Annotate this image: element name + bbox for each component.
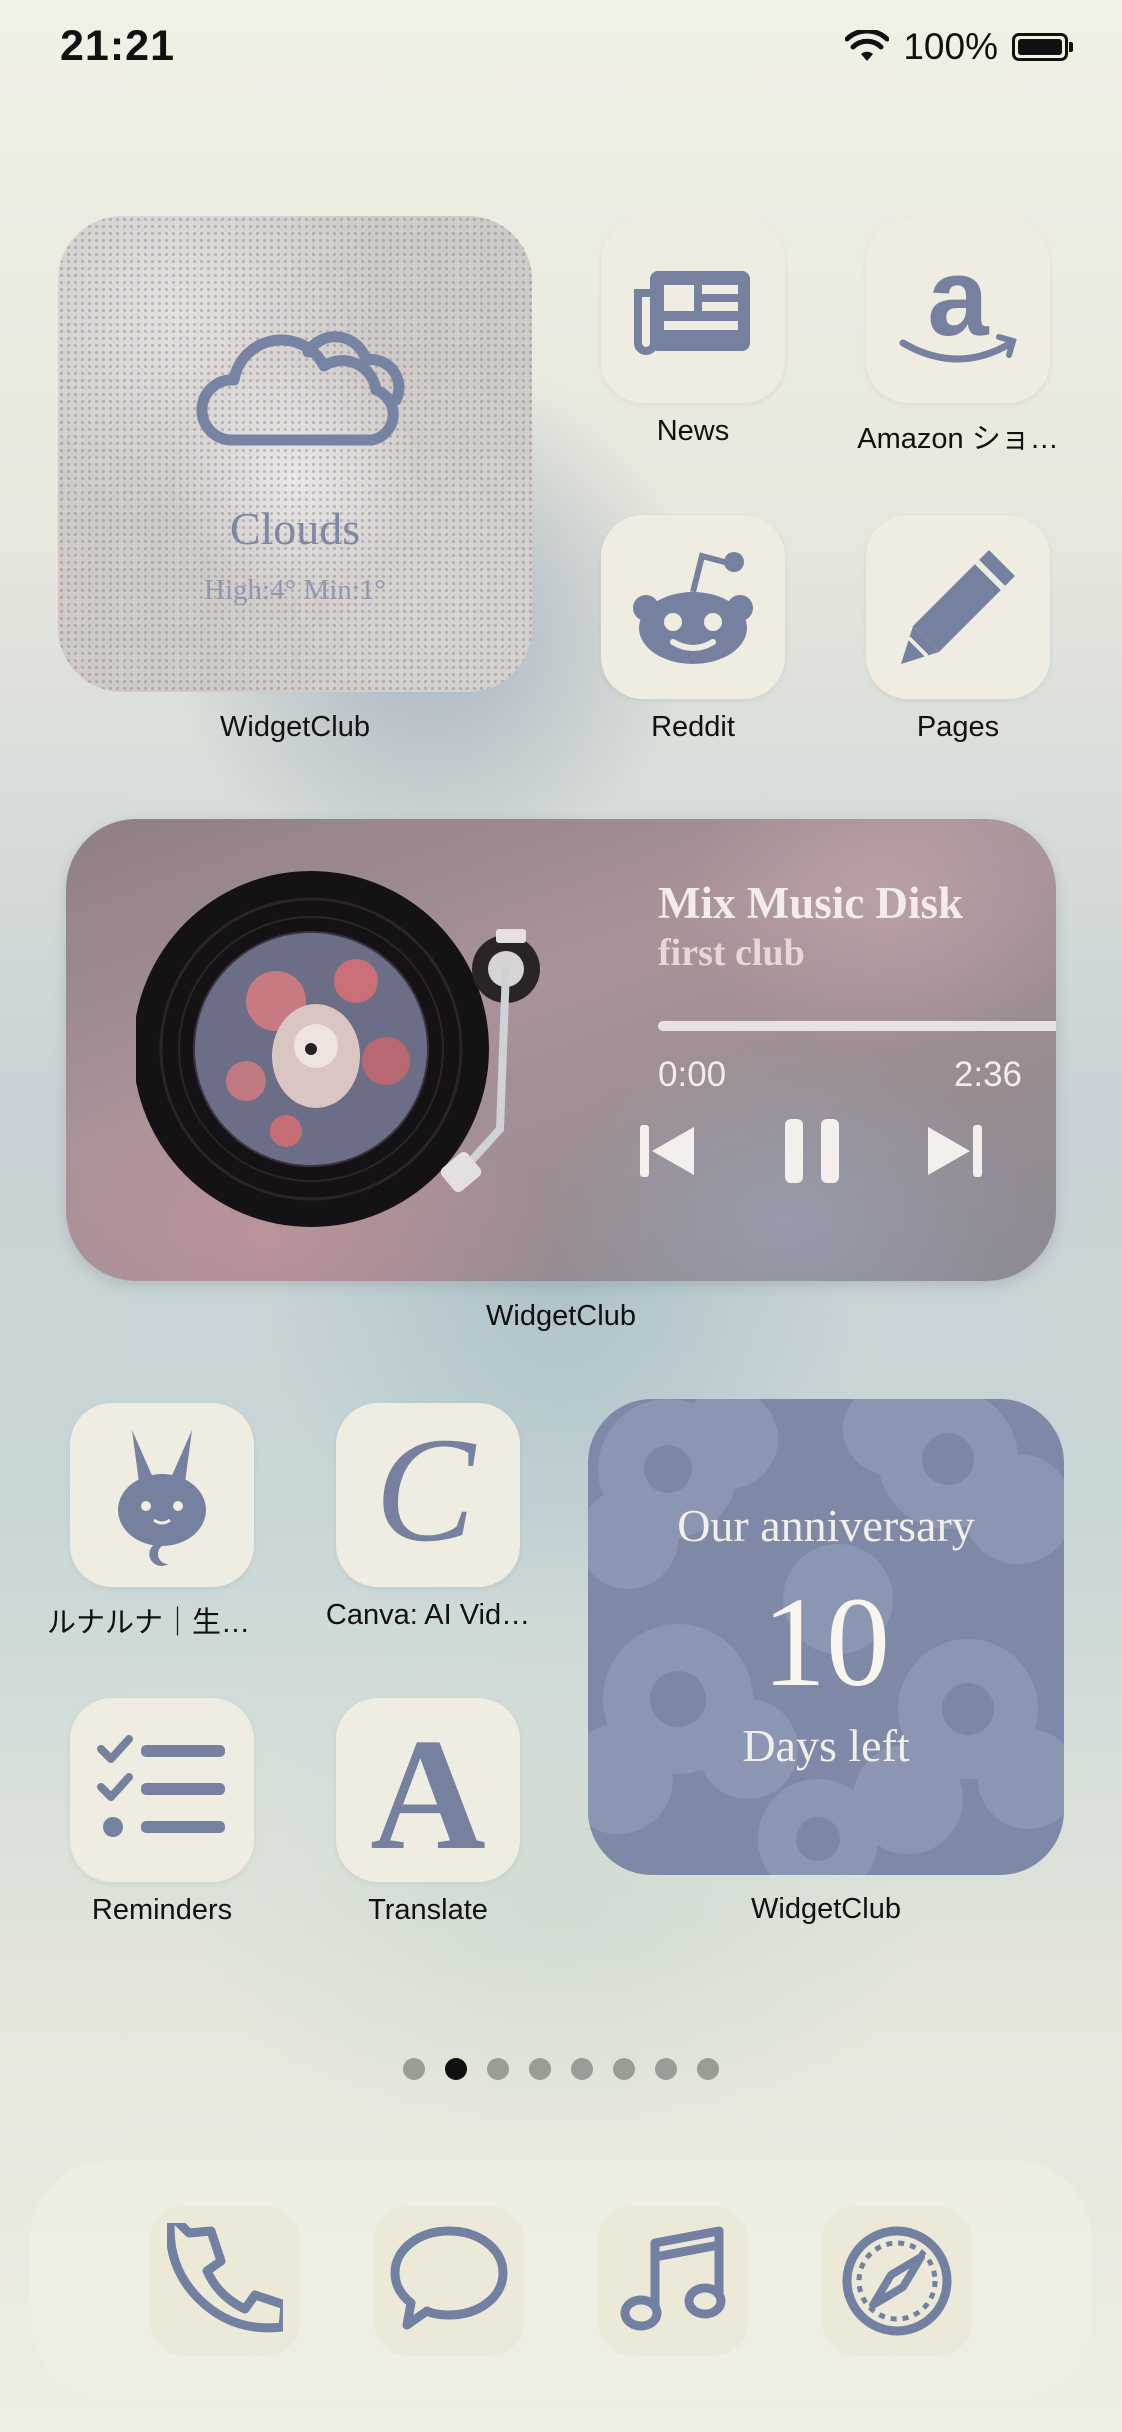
app-news[interactable]: News [578,219,808,448]
weather-condition: Clouds [229,503,361,554]
total-time: 2:36 [953,1055,1022,1094]
canva-label: Canva: AI Vid… [325,1599,531,1631]
weather-widget[interactable]: Clouds High:4° Min:1° [58,216,532,692]
status-time: 21:21 [60,22,175,70]
app-translate[interactable]: A Translate [313,1698,543,1927]
status-indicators: 100% [845,26,1073,68]
app-pages[interactable]: Pages [843,515,1073,744]
app-lunaluna[interactable]: ルナルナ｜生理… [47,1403,277,1641]
amazon-label: Amazon ショ… [857,423,1059,455]
page-dot[interactable] [571,2058,593,2080]
page-dot[interactable] [697,2058,719,2080]
canva-icon: C [375,1430,477,1560]
reddit-app-icon[interactable] [601,515,785,699]
anniversary-days-count: 10 [762,1571,890,1713]
tonearm-icon [440,929,540,1192]
page-dot[interactable] [445,2058,467,2080]
weather-widget-label: WidgetClub [220,711,370,743]
dock-messages[interactable] [374,2206,524,2356]
page-dot[interactable] [655,2058,677,2080]
anniversary-title: Our anniversary [677,1500,975,1551]
amazon-app-icon[interactable]: a [866,219,1050,403]
message-icon [390,2226,508,2330]
page-dot[interactable] [613,2058,635,2080]
pencil-icon [901,550,1015,664]
next-track-icon[interactable] [922,1119,988,1183]
playback-progress-bar[interactable] [658,1021,1056,1031]
reminders-app-icon[interactable] [70,1698,254,1882]
page-indicator[interactable] [0,2058,1122,2080]
app-reddit[interactable]: Reddit [578,515,808,744]
checklist-icon [97,1735,225,1837]
phone-icon [167,2223,283,2333]
rabbit-icon [118,1430,206,1566]
pause-icon[interactable] [779,1115,845,1187]
news-app-icon[interactable] [601,219,785,403]
pages-app-icon[interactable] [866,515,1050,699]
music-widget[interactable]: Mix Music Disk first club 0:00 2:36 [66,819,1056,1281]
battery-icon [1012,33,1073,61]
letter-a-icon: A [370,1720,486,1860]
app-amazon[interactable]: a Amazon ショ… [843,219,1073,457]
app-reminders[interactable]: Reminders [47,1698,277,1927]
anniversary-widget[interactable]: Our anniversary 10 Days left [588,1399,1064,1875]
song-artist: first club [658,932,805,974]
dock-safari[interactable] [822,2206,972,2356]
battery-level [1018,39,1062,55]
dock-phone[interactable] [150,2206,300,2356]
anniversary-days-left: Days left [742,1720,910,1771]
translate-app-icon[interactable]: A [336,1698,520,1882]
compass-icon [842,2226,952,2336]
reminders-label: Reminders [91,1894,233,1926]
page-dot[interactable] [487,2058,509,2080]
app-canva[interactable]: C Canva: AI Vid… [313,1403,543,1632]
translate-label: Translate [368,1894,488,1926]
pages-label: Pages [916,711,1000,743]
song-title: Mix Music Disk [658,878,964,928]
music-note-icon [620,2226,726,2331]
newspaper-icon [634,271,750,355]
svg-text:a: a [927,251,989,359]
news-label: News [656,415,730,447]
previous-track-icon[interactable] [634,1119,700,1183]
page-dot[interactable] [403,2058,425,2080]
battery-percent: 100% [903,26,998,67]
svg-text:C: C [375,1430,477,1560]
page-dot[interactable] [529,2058,551,2080]
svg-text:A: A [370,1720,486,1860]
weather-high-low: High:4° Min:1° [204,574,386,606]
anniversary-widget-label: WidgetClub [751,1893,901,1925]
wifi-icon [845,30,890,61]
reddit-icon [633,552,753,664]
lunaluna-label: ルナルナ｜生理… [47,1607,277,1639]
canva-app-icon[interactable]: C [336,1403,520,1587]
reddit-label: Reddit [651,711,735,743]
cloud-icon [196,331,405,446]
music-widget-label: WidgetClub [486,1300,636,1332]
dock-music[interactable] [598,2206,748,2356]
current-time: 0:00 [658,1055,727,1094]
amazon-icon: a [899,251,1017,363]
lunaluna-app-icon[interactable] [70,1403,254,1587]
